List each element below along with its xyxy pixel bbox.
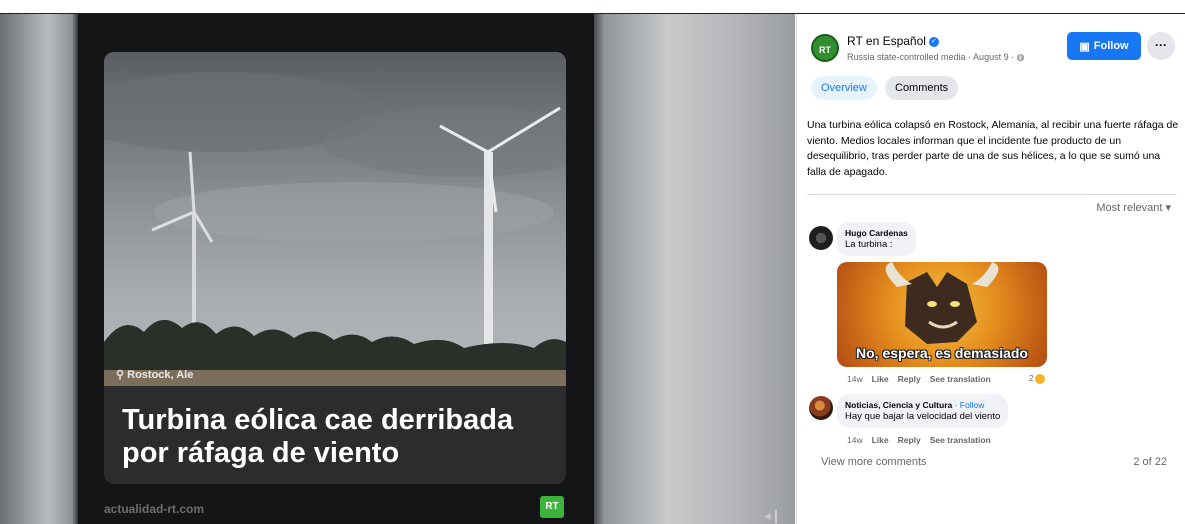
more-options-button[interactable]: ···: [1147, 32, 1175, 60]
video-location: ⚲ Rostock, Ale: [116, 368, 193, 381]
location-pin-icon: ⚲: [116, 369, 125, 381]
top-bar: [0, 0, 1185, 14]
haha-reaction-icon: [1035, 374, 1046, 384]
post-description: Una turbina eólica colapsó en Rostock, A…: [807, 119, 1179, 178]
post-meta-text: Russia state-controlled media · August 9…: [847, 52, 1015, 62]
see-translation-button[interactable]: See translation: [930, 435, 991, 445]
comment-gif[interactable]: No, espera, es demasiado: [837, 262, 1047, 367]
page-name-text[interactable]: RT en Español: [847, 34, 926, 48]
comment-actions: 14w Like Reply See translation: [847, 435, 991, 445]
video-source: actualidad-rt.com: [104, 502, 205, 516]
comment-author[interactable]: Noticias, Ciencia y Cultura: [845, 400, 952, 410]
tab-overview[interactable]: Overview: [811, 76, 877, 100]
location-text: Rostock, Ale: [127, 369, 194, 381]
see-translation-button[interactable]: See translation: [930, 374, 991, 384]
headline-box: Turbina eólica cae derribada por ráfaga …: [104, 386, 566, 484]
wind-turbines-illustration: [104, 52, 566, 386]
comment-author-line: Noticias, Ciencia y Cultura · Follow: [845, 399, 1000, 411]
video-thumbnail: ⚲ Rostock, Ale: [104, 52, 566, 386]
reply-button[interactable]: Reply: [898, 374, 921, 384]
meme-caption: No, espera, es demasiado: [856, 345, 1028, 361]
follow-link[interactable]: · Follow: [955, 400, 985, 410]
post-panel: RT RT en Español ✓ Russia state-controlle…: [796, 14, 1185, 524]
view-more-comments-link[interactable]: View more comments: [821, 456, 927, 468]
globe-icon: ◍: [1016, 52, 1025, 62]
divider: [807, 194, 1177, 195]
video-frame[interactable]: ⚲ Rostock, Ale Turbina eólica cae derrib…: [78, 14, 594, 524]
verified-icon: ✓: [928, 36, 939, 47]
follow-icon: ▣: [1079, 40, 1090, 53]
comment-time[interactable]: 14w: [847, 435, 863, 445]
sort-dropdown[interactable]: Most relevant ▾: [1096, 201, 1171, 214]
volume-icon[interactable]: ◂❙: [764, 508, 781, 524]
tab-comments[interactable]: Comments: [885, 76, 959, 100]
page-avatar[interactable]: RT: [811, 34, 839, 62]
like-button[interactable]: Like: [872, 374, 889, 384]
reply-button[interactable]: Reply: [898, 435, 921, 445]
comment-count: 2 of 22: [1133, 456, 1167, 468]
video-viewer[interactable]: ⚲ Rostock, Ale Turbina eólica cae derrib…: [0, 14, 795, 524]
reaction-number: 2: [1029, 374, 1034, 384]
commenter-avatar[interactable]: [809, 396, 833, 420]
comment-bubble: Hugo Cardenas La turbina :: [837, 222, 916, 256]
rt-logo: RT: [540, 496, 564, 518]
comment-text: La turbina :: [845, 239, 893, 250]
comment-time[interactable]: 14w: [847, 374, 863, 384]
page: ⚲ Rostock, Ale Turbina eólica cae derrib…: [0, 0, 1185, 524]
like-button[interactable]: Like: [872, 435, 889, 445]
video-headline-line1: Turbina eólica cae derribada: [122, 404, 514, 436]
comment-author[interactable]: Hugo Cardenas: [845, 227, 908, 239]
reaction-count[interactable]: 2: [1029, 374, 1046, 384]
follow-button[interactable]: ▣ Follow: [1067, 32, 1141, 60]
comment-bubble: Noticias, Ciencia y Cultura · Follow Hay…: [837, 394, 1009, 428]
commenter-avatar[interactable]: [809, 226, 833, 250]
post-meta: Russia state-controlled media · August 9…: [847, 52, 1024, 63]
comment-text: Hay que bajar la velocidad del viento: [845, 411, 1001, 422]
follow-label: Follow: [1093, 40, 1129, 52]
video-headline-line2: por ráfaga de viento: [122, 437, 400, 469]
page-name[interactable]: RT en Español ✓: [847, 34, 939, 48]
comment-actions: 14w Like Reply See translation: [847, 374, 991, 384]
